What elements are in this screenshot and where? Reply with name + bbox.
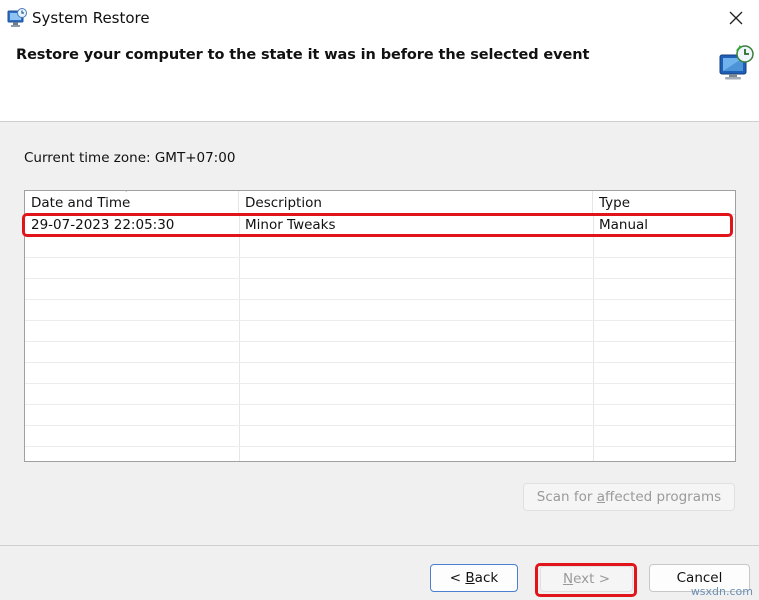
grid-line (25, 299, 735, 300)
row-date-time: 29-07-2023 22:05:30 (31, 217, 175, 233)
footer-divider (0, 545, 759, 546)
back-button[interactable]: < Back (430, 564, 518, 592)
close-button[interactable] (713, 0, 759, 36)
scan-affected-programs-button[interactable]: Scan for affected programs (523, 483, 735, 511)
row-type: Manual (599, 217, 649, 233)
grid-line (25, 404, 735, 405)
column-header-description[interactable]: Description (239, 191, 593, 215)
current-timezone-label: Current time zone: GMT+07:00 (24, 150, 236, 166)
column-header-date-and-time[interactable]: Date and Time ˇ (25, 191, 239, 215)
grid-line (25, 257, 735, 258)
close-icon (729, 11, 743, 25)
grid-line (25, 236, 735, 237)
grid-line (25, 278, 735, 279)
system-restore-icon (6, 7, 28, 29)
next-label-accel: N (562, 571, 574, 587)
header-panel: Restore your computer to the state it wa… (0, 38, 759, 122)
list-body: 29-07-2023 22:05:30 Minor Tweaks Manual (25, 215, 735, 461)
title-bar: System Restore (0, 0, 759, 38)
grid-line (25, 341, 735, 342)
restore-points-list[interactable]: Date and Time ˇ Description Type 29-07-2… (24, 190, 736, 462)
grid-line (25, 383, 735, 384)
scan-label-post: ffected programs (605, 489, 722, 505)
grid-line (25, 446, 735, 447)
back-label-pre: < (449, 570, 466, 586)
back-label-post: ack (474, 570, 499, 586)
back-label-accel: B (465, 570, 475, 586)
next-label-post: ext > (573, 571, 611, 587)
grid-line (25, 362, 735, 363)
page-heading: Restore your computer to the state it wa… (16, 47, 590, 63)
system-restore-monitor-icon (717, 42, 757, 82)
window-title: System Restore (32, 9, 150, 27)
scan-label-pre: Scan for (536, 489, 597, 505)
grid-line (25, 320, 735, 321)
row-description: Minor Tweaks (245, 217, 336, 233)
table-row[interactable]: 29-07-2023 22:05:30 Minor Tweaks Manual (25, 215, 735, 236)
column-type-label: Type (599, 195, 631, 211)
column-date-label: Date and Time (31, 195, 131, 211)
column-description-label: Description (245, 195, 322, 211)
sort-indicator-icon: ˇ (124, 190, 129, 200)
next-button[interactable]: Next > (540, 566, 633, 592)
column-header-type[interactable]: Type (593, 191, 735, 215)
scan-label-accel: a (596, 489, 606, 505)
grid-line (25, 425, 735, 426)
watermark: wsxdn.com (690, 585, 753, 598)
list-header: Date and Time ˇ Description Type (25, 191, 735, 215)
